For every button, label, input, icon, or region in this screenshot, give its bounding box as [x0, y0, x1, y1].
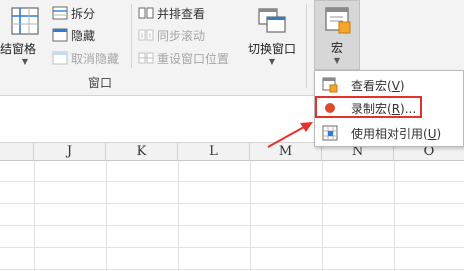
- view-macros-suffix: ): [399, 79, 405, 93]
- menu-item-view-macros[interactable]: 查看宏(V): [317, 74, 461, 96]
- relative-references-label: 使用相对引用(: [351, 127, 428, 141]
- record-macro-highlight: [315, 96, 422, 118]
- menu-item-use-relative-references[interactable]: 使用相对引用(U): [317, 122, 461, 144]
- relative-references-icon: [322, 125, 338, 141]
- view-macros-icon: [322, 77, 338, 93]
- view-macros-shortcut: V: [391, 79, 400, 93]
- relative-references-suffix: ): [436, 127, 442, 141]
- view-macros-label: 查看宏(: [351, 79, 392, 93]
